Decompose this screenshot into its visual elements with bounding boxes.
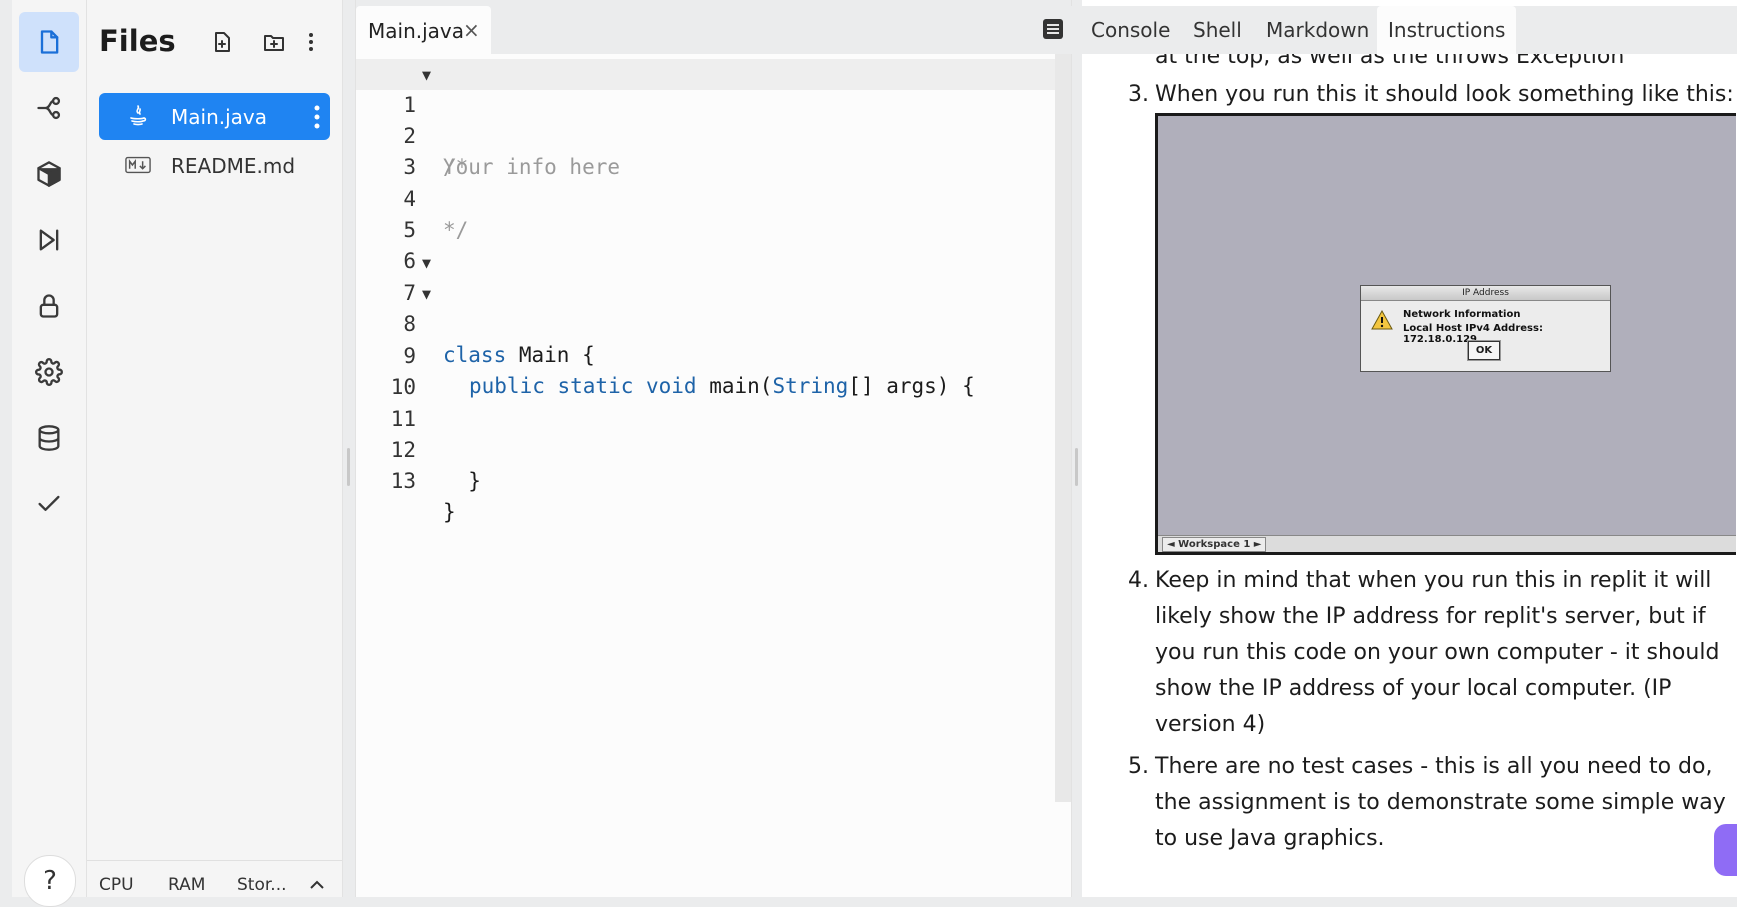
- packages-icon[interactable]: [19, 144, 79, 204]
- files-title: Files: [99, 24, 176, 58]
- tab-shell[interactable]: Shell: [1188, 6, 1247, 54]
- line-number: 13: [390, 469, 416, 493]
- cpu-label: CPU: [99, 875, 134, 895]
- new-folder-icon[interactable]: [260, 28, 288, 56]
- dialog-line: Network Information: [1403, 309, 1521, 320]
- code-line[interactable]: 7 ▼ class Main {: [356, 247, 1056, 367]
- resources-bar[interactable]: CPU RAM Stor...: [87, 860, 342, 898]
- fold-arrow-icon[interactable]: ▼: [422, 279, 431, 310]
- secrets-lock-icon[interactable]: [19, 276, 79, 336]
- taskbar: ◄ Workspace 1 ►: [1158, 535, 1736, 552]
- instructions-content: at the top, as well as the throws Except…: [1082, 54, 1737, 897]
- tab-main-java[interactable]: Main.java ×: [356, 6, 491, 54]
- instruction-text: you run this code on your own computer -…: [1155, 640, 1720, 665]
- check-icon[interactable]: [19, 474, 79, 534]
- storage-label: Stor...: [237, 875, 287, 895]
- java-icon: [125, 103, 151, 129]
- debugger-icon[interactable]: [19, 210, 79, 270]
- chat-button[interactable]: [1714, 824, 1737, 876]
- code-line[interactable]: 13 }: [356, 435, 1056, 524]
- instruction-text: to use Java graphics.: [1155, 826, 1385, 851]
- new-file-icon[interactable]: [208, 28, 236, 56]
- activity-rail: [12, 0, 87, 897]
- warning-icon: [1371, 310, 1393, 330]
- fold-arrow-icon[interactable]: ▼: [422, 60, 431, 91]
- list-number: 5.: [1128, 754, 1149, 779]
- files-resize-handle[interactable]: [347, 448, 350, 486]
- more-options-icon[interactable]: [297, 28, 325, 56]
- tab-markdown[interactable]: Markdown: [1261, 6, 1374, 54]
- file-options-icon[interactable]: [312, 103, 322, 131]
- editor-resize-handle[interactable]: [1075, 448, 1078, 486]
- chevron-up-icon[interactable]: [309, 879, 325, 891]
- list-number: 4.: [1128, 568, 1149, 593]
- code-line[interactable]: 3: [356, 121, 1056, 179]
- tab-console[interactable]: Console: [1086, 6, 1175, 54]
- file-name: README.md: [171, 153, 296, 178]
- ip-address-dialog: IP Address Network Information Local Hos…: [1360, 285, 1611, 372]
- instruction-text: the assignment is to demonstrate some si…: [1155, 790, 1726, 815]
- instruction-text: There are no test cases - this is all yo…: [1155, 754, 1713, 779]
- dialog-title: IP Address: [1361, 286, 1610, 301]
- code-line[interactable]: 8 ▼ public static void main(String[] arg…: [356, 278, 1056, 398]
- pane-menu-icon[interactable]: [1042, 18, 1064, 40]
- instruction-text: version 4): [1155, 712, 1266, 737]
- code-line[interactable]: 6: [356, 215, 1056, 273]
- instruction-text: Keep in mind that when you run this in r…: [1155, 568, 1712, 593]
- code-line[interactable]: 12 }: [356, 404, 1056, 493]
- tab-instructions[interactable]: Instructions: [1377, 6, 1517, 54]
- code-line[interactable]: 4 */: [356, 153, 1056, 242]
- file-name: Main.java: [171, 104, 268, 129]
- file-item-main-java[interactable]: Main.java: [99, 93, 330, 140]
- instruction-text: likely show the IP address for replit's …: [1155, 604, 1706, 629]
- code-line[interactable]: 9: [356, 310, 1056, 368]
- settings-gear-icon[interactable]: [19, 342, 79, 402]
- code-line[interactable]: 2 Your info here: [356, 90, 1056, 179]
- ram-label: RAM: [168, 875, 206, 895]
- dialog-line: Local Host IPv4 Address: 172.18.0.129: [1403, 323, 1543, 345]
- instruction-text: show the IP address of your local comput…: [1155, 676, 1672, 701]
- files-panel: Files Main.java README.md CPU RAM Stor..…: [87, 0, 343, 897]
- fold-arrow-icon[interactable]: ▼: [422, 248, 431, 279]
- workspace-label: ◄ Workspace 1 ►: [1162, 537, 1267, 552]
- code-text: }: [443, 500, 456, 524]
- help-button[interactable]: ?: [24, 855, 76, 907]
- file-item-readme[interactable]: README.md: [99, 142, 330, 189]
- instruction-text: When you run this it should look somethi…: [1155, 82, 1734, 107]
- example-screenshot-image: IP Address Network Information Local Hos…: [1155, 113, 1736, 555]
- code-text: }: [443, 469, 481, 493]
- git-branch-icon[interactable]: [19, 78, 79, 138]
- code-line[interactable]: 1 ▼ /*: [356, 59, 1056, 179]
- tab-label: Main.java: [368, 19, 465, 43]
- instruction-text: at the top, as well as the throws Except…: [1155, 54, 1625, 69]
- editor-tab-bar: Main.java ×: [356, 0, 1071, 54]
- dialog-ok-button: OK: [1468, 341, 1500, 360]
- code-line[interactable]: 10: [356, 341, 1056, 399]
- files-icon[interactable]: [19, 12, 79, 72]
- code-editor[interactable]: Main.java × 1 ▼ /* 2 Your info here 3 4 …: [355, 0, 1072, 897]
- right-tab-bar: Console Shell Markdown Instructions: [1035, 6, 1737, 54]
- list-number: 3.: [1128, 82, 1149, 107]
- code-line[interactable]: 5: [356, 184, 1056, 242]
- markdown-icon: [125, 152, 151, 178]
- database-icon[interactable]: [19, 408, 79, 468]
- editor-scrollbar[interactable]: [1055, 54, 1071, 802]
- close-icon[interactable]: ×: [463, 18, 480, 42]
- code-line[interactable]: 11: [356, 373, 1056, 431]
